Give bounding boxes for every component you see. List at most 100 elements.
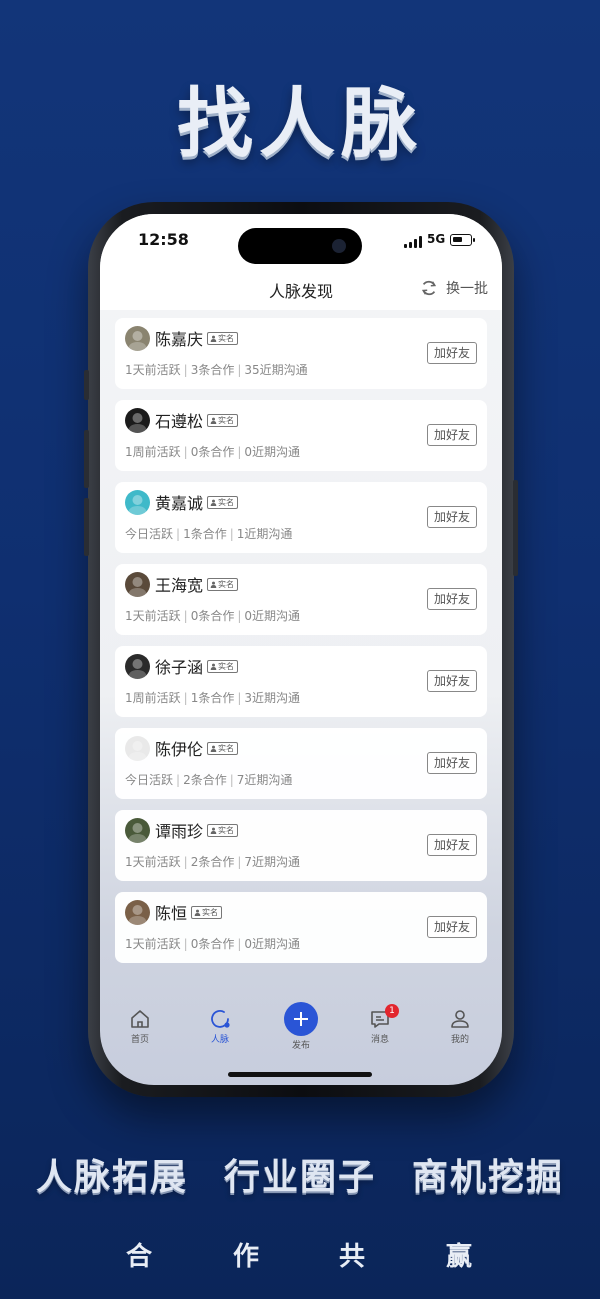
contact-name[interactable]: 陈嘉庆 xyxy=(155,326,203,350)
add-friend-button[interactable]: 加好友 xyxy=(427,424,477,446)
avatar[interactable] xyxy=(125,900,150,925)
phone-frame: 12:58 5G 人脉发现 换一批 陈嘉庆 实名 1天前活跃 | 3条合作 | … xyxy=(84,202,518,1097)
cooperation-count: 1条合作 xyxy=(190,691,235,705)
verified-badge: 实名 xyxy=(207,496,238,509)
cooperation-count: 2条合作 xyxy=(190,855,235,869)
power-button xyxy=(513,480,518,576)
home-indicator xyxy=(228,1072,372,1077)
add-friend-button[interactable]: 加好友 xyxy=(427,752,477,774)
hero-title: 找人脉 xyxy=(177,79,423,168)
verified-label: 实名 xyxy=(218,826,234,835)
refresh-label: 换一批 xyxy=(446,281,488,297)
plus-icon xyxy=(294,1012,308,1026)
person-icon xyxy=(210,335,217,342)
contact-card[interactable]: 陈伊伦 实名 今日活跃 | 2条合作 | 7近期沟通 加好友 xyxy=(115,728,487,799)
verified-badge: 实名 xyxy=(207,742,238,755)
contact-card[interactable]: 谭雨珍 实名 1天前活跃 | 2条合作 | 7近期沟通 加好友 xyxy=(115,810,487,881)
person-icon xyxy=(194,909,201,916)
contact-card[interactable]: 石遵松 实名 1周前活跃 | 0条合作 | 0近期沟通 加好友 xyxy=(115,400,487,471)
avatar[interactable] xyxy=(125,490,150,515)
verified-label: 实名 xyxy=(218,334,234,343)
add-friend-button[interactable]: 加好友 xyxy=(427,916,477,938)
status-bar: 12:58 5G xyxy=(100,214,502,270)
refresh-button[interactable]: 换一批 xyxy=(420,278,488,298)
status-time: 12:58 xyxy=(138,230,189,249)
verified-label: 实名 xyxy=(218,744,234,753)
active-status: 1周前活跃 xyxy=(125,691,181,705)
communication-count: 1近期沟通 xyxy=(236,527,293,541)
phone-screen: 12:58 5G 人脉发现 换一批 陈嘉庆 实名 1天前活跃 | 3条合作 | … xyxy=(100,214,502,1085)
contact-name[interactable]: 陈伊伦 xyxy=(155,736,203,760)
contact-card[interactable]: 陈嘉庆 实名 1天前活跃 | 3条合作 | 35近期沟通 加好友 xyxy=(115,318,487,389)
publish-button[interactable] xyxy=(284,1002,318,1036)
communication-count: 7近期沟通 xyxy=(236,773,293,787)
contact-name[interactable]: 陈恒 xyxy=(155,900,187,924)
avatar[interactable] xyxy=(125,736,150,761)
avatar[interactable] xyxy=(125,818,150,843)
signal-icon xyxy=(404,236,424,248)
network-label: 5G xyxy=(427,232,446,246)
feature-list: 人脉拓展 行业圈子 商机挖掘 xyxy=(0,1148,600,1200)
verified-label: 实名 xyxy=(202,908,218,917)
cooperation-count: 1条合作 xyxy=(183,527,227,541)
avatar[interactable] xyxy=(125,572,150,597)
nav-bar: 人脉发现 换一批 xyxy=(100,270,502,310)
tab-publish-label: 发布 xyxy=(291,1041,310,1051)
slogan-char: 共 xyxy=(339,1242,366,1272)
tab-messages[interactable]: 1 消息 xyxy=(350,1004,410,1045)
communication-count: 7近期沟通 xyxy=(244,855,301,869)
avatar[interactable] xyxy=(125,408,150,433)
active-status: 1天前活跃 xyxy=(125,363,181,377)
action-button xyxy=(84,370,89,400)
contact-card[interactable]: 黄嘉诚 实名 今日活跃 | 1条合作 | 1近期沟通 加好友 xyxy=(115,482,487,553)
active-status: 1天前活跃 xyxy=(125,609,181,623)
tab-profile[interactable]: 我的 xyxy=(430,1008,490,1045)
contact-card[interactable]: 徐子涵 实名 1周前活跃 | 1条合作 | 3近期沟通 加好友 xyxy=(115,646,487,717)
contact-name[interactable]: 徐子涵 xyxy=(155,654,203,678)
contact-name[interactable]: 黄嘉诚 xyxy=(155,490,203,514)
add-friend-button[interactable]: 加好友 xyxy=(427,670,477,692)
avatar[interactable] xyxy=(125,326,150,351)
person-icon xyxy=(210,499,217,506)
add-friend-button[interactable]: 加好友 xyxy=(427,588,477,610)
feature-item: 行业圈子 xyxy=(223,1157,376,1198)
contact-name[interactable]: 王海宽 xyxy=(155,572,203,596)
verified-badge: 实名 xyxy=(191,906,222,919)
add-friend-button[interactable]: 加好友 xyxy=(427,506,477,528)
active-status: 今日活跃 xyxy=(125,773,174,787)
verified-badge: 实名 xyxy=(207,414,238,427)
contact-stats: 1周前活跃 | 1条合作 | 3近期沟通 xyxy=(125,691,301,705)
verified-badge: 实名 xyxy=(207,578,238,591)
active-status: 1周前活跃 xyxy=(125,445,181,459)
verified-badge: 实名 xyxy=(207,332,238,345)
profile-icon xyxy=(451,1010,469,1028)
tab-bar: 首页 人脉 发布 1 消息 我的 xyxy=(100,1000,502,1060)
battery-icon xyxy=(450,234,475,246)
add-friend-button[interactable]: 加好友 xyxy=(427,342,477,364)
communication-count: 0近期沟通 xyxy=(244,609,301,623)
contact-stats: 今日活跃 | 2条合作 | 7近期沟通 xyxy=(125,773,293,787)
contact-stats: 1天前活跃 | 0条合作 | 0近期沟通 xyxy=(125,609,301,623)
person-icon xyxy=(210,663,217,670)
tab-contacts[interactable]: 人脉 xyxy=(190,1008,250,1045)
communication-count: 0近期沟通 xyxy=(244,445,301,459)
slogan-char: 赢 xyxy=(446,1242,473,1272)
contact-name[interactable]: 石遵松 xyxy=(155,408,203,432)
contact-name[interactable]: 谭雨珍 xyxy=(155,818,203,842)
tab-publish[interactable]: 发布 xyxy=(271,1002,331,1051)
contact-card[interactable]: 陈恒 实名 1天前活跃 | 0条合作 | 0近期沟通 加好友 xyxy=(115,892,487,963)
home-icon xyxy=(131,1010,149,1028)
tab-profile-label: 我的 xyxy=(450,1035,469,1045)
add-friend-button[interactable]: 加好友 xyxy=(427,834,477,856)
contact-stats: 今日活跃 | 1条合作 | 1近期沟通 xyxy=(125,527,293,541)
cooperation-count: 0条合作 xyxy=(190,445,235,459)
tab-home[interactable]: 首页 xyxy=(110,1008,170,1045)
contact-card[interactable]: 王海宽 实名 1天前活跃 | 0条合作 | 0近期沟通 加好友 xyxy=(115,564,487,635)
contact-stats: 1天前活跃 | 3条合作 | 35近期沟通 xyxy=(125,363,308,377)
avatar[interactable] xyxy=(125,654,150,679)
camera-icon xyxy=(332,239,346,253)
active-status: 今日活跃 xyxy=(125,527,174,541)
tab-home-label: 首页 xyxy=(130,1035,149,1045)
volume-down-button xyxy=(84,498,89,556)
contact-list: 陈嘉庆 实名 1天前活跃 | 3条合作 | 35近期沟通 加好友 石遵松 实名 1周前活… xyxy=(115,318,487,974)
